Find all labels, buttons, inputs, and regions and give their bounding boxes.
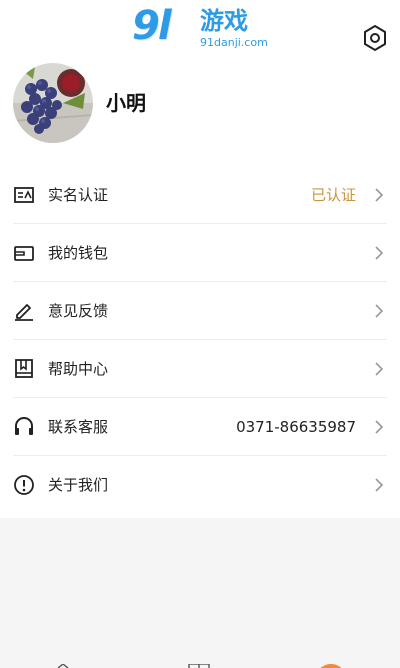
menu-item-label: 实名认证 <box>48 186 109 204</box>
menu-item-wallet[interactable]: 我的钱包 <box>0 224 400 282</box>
menu-item-label: 意见反馈 <box>48 302 109 320</box>
chevron-right-icon <box>375 188 384 202</box>
chevron-right-icon <box>375 478 384 492</box>
menu-item-help[interactable]: 帮助中心 <box>0 340 400 398</box>
profile-page: 9l 游戏 91danji.com 小明 实名认证 已认证 我的钱包 意见反馈 … <box>0 0 400 518</box>
wallet-icon <box>14 246 34 261</box>
menu-item-about[interactable]: 关于我们 <box>0 456 400 514</box>
avatar-image <box>13 63 93 143</box>
chevron-right-icon <box>375 304 384 318</box>
id-card-icon <box>14 187 34 203</box>
service-phone-number: 0371-86635987 <box>236 418 356 436</box>
hexagon-gear-icon <box>364 24 386 52</box>
tab-bar-icon-partial <box>320 664 342 668</box>
chevron-right-icon <box>375 246 384 260</box>
menu-item-label: 关于我们 <box>48 476 109 494</box>
pen-icon <box>15 304 33 321</box>
verified-status: 已认证 <box>310 186 356 204</box>
settings-button[interactable] <box>362 24 388 52</box>
menu-list: 实名认证 已认证 我的钱包 意见反馈 帮助中心 联系客服 0371-866359… <box>0 166 400 514</box>
menu-item-real-name[interactable]: 实名认证 已认证 <box>0 166 400 224</box>
menu-item-service[interactable]: 联系客服 0371-86635987 <box>0 398 400 456</box>
tab-bar-icon-partial <box>188 664 210 668</box>
menu-item-label: 帮助中心 <box>48 360 109 378</box>
headset-icon <box>15 417 33 435</box>
menu-item-feedback[interactable]: 意见反馈 <box>0 282 400 340</box>
menu-item-label: 联系客服 <box>48 418 109 436</box>
tab-bar-icon-partial <box>57 664 69 668</box>
book-icon <box>15 359 33 378</box>
username: 小明 <box>106 91 146 115</box>
watermark-logo-mark: 9l <box>132 3 172 49</box>
menu-item-label: 我的钱包 <box>48 244 109 262</box>
watermark-logo-text: 游戏 <box>200 7 248 35</box>
watermark-url: 91danji.com <box>200 36 268 49</box>
avatar[interactable] <box>13 63 93 143</box>
watermark-logo: 9l 游戏 91danji.com <box>132 2 272 54</box>
chevron-right-icon <box>375 362 384 376</box>
empty-area <box>0 518 400 668</box>
chevron-right-icon <box>375 420 384 434</box>
info-icon <box>14 475 34 495</box>
